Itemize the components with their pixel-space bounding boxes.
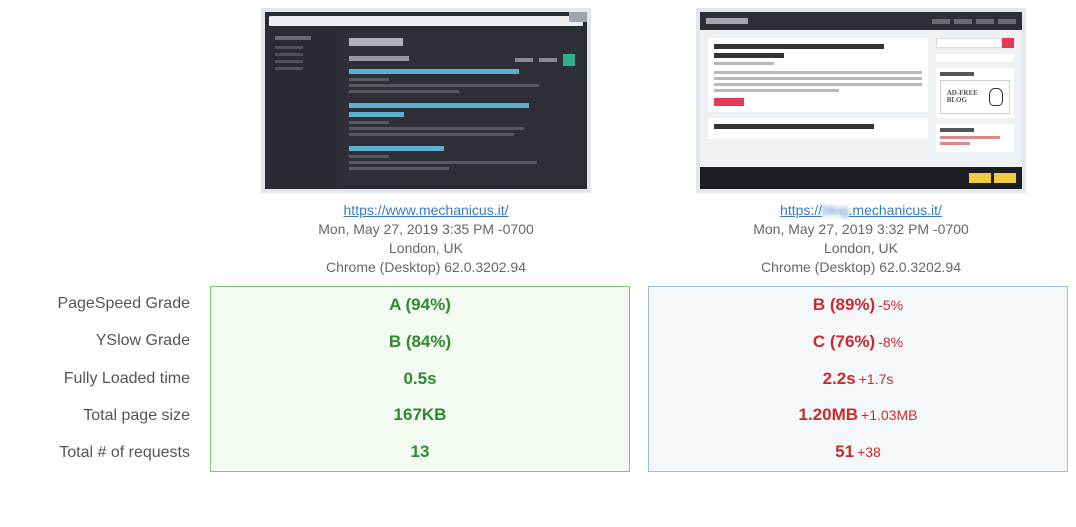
label-pagespeed: PageSpeed Grade <box>0 289 190 319</box>
label-loaded-time: Fully Loaded time <box>0 364 190 394</box>
results-right-box: B (89%)-5% C (76%)-8% 2.2s+1.7s 1.20MB+1… <box>648 286 1068 472</box>
label-page-size: Total page size <box>0 401 190 431</box>
result-requests-left: 13 <box>211 437 629 467</box>
test-url-left[interactable]: https://www.mechanicus.it/ <box>344 202 509 218</box>
result-yslow-left: B (84%) <box>211 327 629 357</box>
test-meta-right: https://blog.mechanicus.it/ Mon, May 27,… <box>753 201 969 277</box>
result-yslow-right: C (76%)-8% <box>649 327 1067 357</box>
test-browser-right: Chrome (Desktop) 62.0.3202.94 <box>761 259 961 275</box>
test-location-left: London, UK <box>389 240 463 256</box>
result-loaded-left: 0.5s <box>211 364 629 394</box>
label-requests: Total # of requests <box>0 438 190 468</box>
screenshot-thumbnail-left[interactable] <box>261 8 591 193</box>
result-loaded-right: 2.2s+1.7s <box>649 364 1067 394</box>
test-url-right[interactable]: https://blog.mechanicus.it/ <box>780 202 942 218</box>
comparison-left-panel: https://www.mechanicus.it/ Mon, May 27, … <box>210 0 642 277</box>
screenshot-thumbnail-right[interactable]: AD-FREEBLOG <box>696 8 1026 193</box>
result-pagesize-left: 167KB <box>211 400 629 430</box>
metric-labels-column: PageSpeed Grade YSlow Grade Fully Loaded… <box>0 286 210 472</box>
results-left-box: A (94%) B (84%) 0.5s 167KB 13 <box>210 286 630 472</box>
result-pagespeed-left: A (94%) <box>211 290 629 320</box>
label-yslow: YSlow Grade <box>0 326 190 356</box>
test-meta-left: https://www.mechanicus.it/ Mon, May 27, … <box>318 201 534 277</box>
test-browser-left: Chrome (Desktop) 62.0.3202.94 <box>326 259 526 275</box>
comparison-right-panel: AD-FREEBLOG <box>648 0 1074 277</box>
result-requests-right: 51+38 <box>649 437 1067 467</box>
result-pagespeed-right: B (89%)-5% <box>649 290 1067 320</box>
test-timestamp-right: Mon, May 27, 2019 3:32 PM -0700 <box>753 221 969 237</box>
test-timestamp-left: Mon, May 27, 2019 3:35 PM -0700 <box>318 221 534 237</box>
result-pagesize-right: 1.20MB+1.03MB <box>649 400 1067 430</box>
test-location-right: London, UK <box>824 240 898 256</box>
